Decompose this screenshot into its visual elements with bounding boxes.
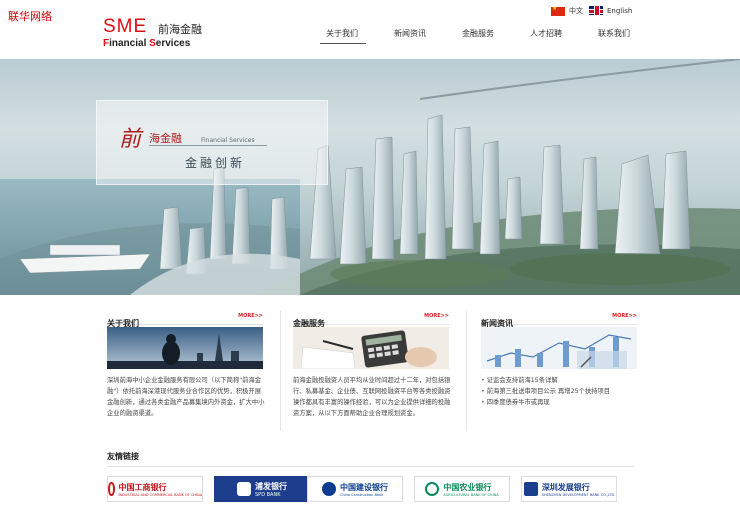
bank-subtitle: SPD BANK [255, 491, 281, 498]
bank-name: 中国农业银行 [443, 482, 492, 492]
friend-links-title: 友情链接 [107, 452, 139, 461]
nav-careers[interactable]: 人才招聘 [530, 28, 562, 39]
ccb-logo-icon [322, 482, 336, 496]
friend-links-divider [107, 466, 634, 467]
bank-subtitle: China Construction Bank [340, 492, 384, 497]
bank-name: 深圳发展银行 [541, 482, 590, 492]
news-more-link[interactable]: MORE>> [612, 313, 637, 319]
watermark-text: 联华网络 [8, 10, 52, 23]
main-nav: 关于我们 新闻资讯 金融服务 人才招聘 联系我们 [300, 28, 660, 48]
uk-flag-icon [589, 6, 603, 15]
banner-divider [149, 145, 267, 146]
logo-en: Financial Services [103, 38, 191, 49]
bank-subtitle: AGRICULTURAL BANK OF CHINA [443, 492, 499, 497]
cn-flag-icon [551, 6, 565, 16]
bank-name: 中国工商银行 [118, 482, 167, 492]
news-list: 证监会支持前海15条详解 前海第三批送审项目公示 再增25个扶持项目 四季度债券… [481, 375, 610, 408]
about-image [107, 327, 263, 369]
hero-banner: 前 海金融 Financial Services 金融创新 [0, 59, 740, 295]
bank-link-spd[interactable]: 浦发银行 SPD BANK [214, 476, 310, 502]
news-header: 新闻资讯 MORE>> [481, 311, 637, 328]
sdb-logo-icon [523, 482, 538, 496]
services-more-link[interactable]: MORE>> [424, 313, 449, 319]
banner-slogan-box: 前 海金融 Financial Services 金融创新 [96, 100, 328, 185]
news-item[interactable]: 前海第三批送审项目公示 再增25个扶持项目 [481, 386, 610, 397]
banner-qian-char: 前 [119, 127, 142, 152]
logo-sme: SME [103, 16, 148, 37]
news-item[interactable]: 证监会支持前海15条详解 [481, 375, 610, 386]
lang-english[interactable]: English [589, 6, 632, 15]
bank-link-ccb[interactable]: 中国建设银行 China Construction Bank [307, 476, 403, 502]
about-header: 关于我们 MORE>> [107, 311, 263, 328]
bank-name: 中国建设银行 [340, 482, 388, 492]
about-text: 深圳前海中小企业金融服务有限公司（以下简称"前海金融"）依托前海深港现代服务业合… [107, 377, 265, 417]
services-header: 金融服务 MORE>> [293, 311, 449, 328]
bank-link-sdb[interactable]: 深圳发展银行 SHENZHEN DEVELOPMENT BANK CO.,LTD [521, 476, 617, 502]
about-section: 关于我们 MORE>> 深圳前海中小企业金融服务有限公司（以下简称"前海金融"）… [107, 311, 264, 417]
nav-services[interactable]: 金融服务 [462, 28, 494, 39]
services-text: 前海金融投融资人员平均从业时间超过十二年，对包括银行、私募基金、企业债、互联网投… [293, 377, 451, 417]
about-more-link[interactable]: MORE>> [238, 313, 263, 319]
lang-chinese[interactable]: 中文 [551, 6, 583, 16]
banner-slogan: 金融创新 [185, 156, 246, 170]
nav-active-indicator [320, 43, 366, 44]
logo-cn: 前海金融 [158, 23, 202, 36]
bank-link-abc[interactable]: 中国农业银行 AGRICULTURAL BANK OF CHINA [414, 476, 510, 502]
nav-about[interactable]: 关于我们 [326, 28, 358, 39]
abc-logo-icon [425, 482, 440, 496]
icbc-logo-icon [108, 482, 115, 496]
banner-brand: 海金融 [149, 132, 182, 145]
nav-contact[interactable]: 联系我们 [598, 28, 630, 39]
news-item[interactable]: 四季度债券牛市或再现 [481, 397, 610, 408]
news-section: 新闻资讯 MORE>> 证监会支持前海15条详解 前海第三批送审项目公示 再增2… [481, 311, 637, 406]
nav-news[interactable]: 新闻资讯 [394, 28, 426, 39]
spd-logo-icon [237, 482, 251, 496]
bank-name: 浦发银行 [255, 481, 287, 491]
column-divider [280, 311, 281, 431]
services-section: 金融服务 MORE>> 前海金融投融资人员平均从业时间超过十二年，对包括银行、私… [293, 311, 450, 417]
banner-en-subtitle: Financial Services [201, 137, 255, 144]
services-image [293, 327, 449, 369]
bank-subtitle: INDUSTRIAL AND COMMERCIAL BANK OF CHINA [118, 492, 202, 497]
bank-subtitle: SHENZHEN DEVELOPMENT BANK CO.,LTD [541, 492, 615, 497]
bank-link-icbc[interactable]: 中国工商银行 INDUSTRIAL AND COMMERCIAL BANK OF … [107, 476, 203, 502]
news-image [481, 327, 637, 369]
column-divider [466, 311, 467, 431]
